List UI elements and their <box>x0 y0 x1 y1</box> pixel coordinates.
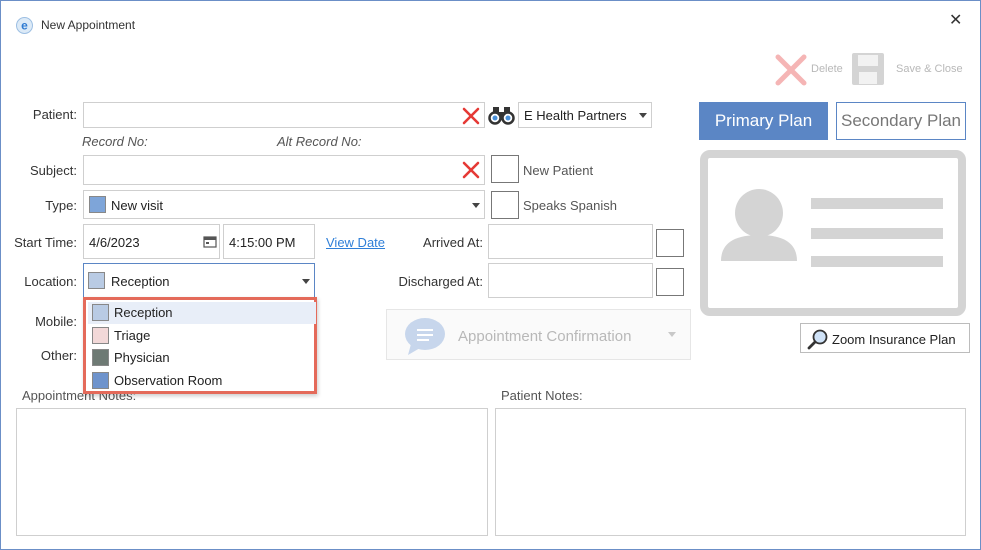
type-select[interactable]: New visit <box>83 190 485 219</box>
speaks-spanish-label: Speaks Spanish <box>523 198 617 213</box>
speaks-spanish-checkbox[interactable] <box>491 191 519 219</box>
partner-select[interactable]: E Health Partners <box>518 102 652 128</box>
insurance-card-placeholder-icon <box>700 150 966 316</box>
window-title: New Appointment <box>41 18 136 32</box>
chevron-down-icon <box>668 332 676 337</box>
subject-input[interactable] <box>83 155 485 185</box>
arrived-checkbox[interactable] <box>656 229 684 257</box>
discharged-at-label: Discharged At: <box>398 274 483 289</box>
chevron-down-icon <box>472 203 480 208</box>
secondary-plan-tab[interactable]: Secondary Plan <box>836 102 966 140</box>
start-date-input[interactable]: 4/6/2023 <box>83 224 220 259</box>
appointment-confirmation-label: Appointment Confirmation <box>458 328 632 345</box>
alt-record-no-label: Alt Record No: <box>277 134 362 149</box>
clear-patient-icon[interactable] <box>462 107 480 125</box>
option-color-swatch <box>92 327 109 344</box>
chevron-down-icon <box>639 113 647 118</box>
magnifier-icon <box>807 329 828 350</box>
calendar-icon[interactable] <box>203 235 217 248</box>
patient-label: Patient: <box>32 107 77 122</box>
svg-text:e: e <box>21 19 28 33</box>
arrived-at-input[interactable] <box>488 224 653 259</box>
appointment-confirmation-button[interactable]: Appointment Confirmation <box>386 309 691 360</box>
location-color-swatch <box>88 272 105 289</box>
other-label: Other: <box>40 348 77 363</box>
patient-input[interactable] <box>83 102 485 128</box>
patient-notes-textarea[interactable] <box>495 408 966 536</box>
start-time-label: Start Time: <box>14 235 77 250</box>
close-button[interactable]: ✕ <box>949 10 962 30</box>
appointment-notes-textarea[interactable] <box>16 408 488 536</box>
location-dropdown-list: Reception Triage Physician Observation R… <box>83 297 317 394</box>
save-close-button[interactable]: Save & Close <box>851 52 971 86</box>
delete-button[interactable]: Delete <box>774 53 844 87</box>
new-patient-label: New Patient <box>523 163 594 178</box>
record-no-label: Record No: <box>82 134 148 149</box>
save-close-label: Save & Close <box>896 63 963 75</box>
discharged-at-input[interactable] <box>488 263 653 298</box>
zoom-insurance-plan-label: Zoom Insurance Plan <box>832 332 956 347</box>
app-logo-icon: e <box>16 17 33 34</box>
discharged-checkbox[interactable] <box>656 268 684 296</box>
mobile-label: Mobile: <box>35 314 77 329</box>
type-color-swatch <box>89 196 106 213</box>
location-option-triage[interactable]: Triage <box>88 325 316 347</box>
view-date-link[interactable]: View Date <box>326 235 385 250</box>
location-option-observation-room[interactable]: Observation Room <box>88 370 316 392</box>
binoculars-icon[interactable] <box>488 105 515 125</box>
location-label: Location: <box>24 274 77 289</box>
option-color-swatch <box>92 304 109 321</box>
location-option-reception[interactable]: Reception <box>88 302 316 324</box>
location-select[interactable]: Reception <box>83 263 315 298</box>
option-color-swatch <box>92 349 109 366</box>
zoom-insurance-plan-button[interactable]: Zoom Insurance Plan <box>800 323 970 353</box>
appointment-window: e New Appointment ✕ Delete Save & Close … <box>0 0 981 550</box>
location-option-physician[interactable]: Physician <box>88 347 316 369</box>
chevron-down-icon <box>302 279 310 284</box>
save-disk-icon <box>852 53 884 85</box>
new-patient-checkbox[interactable] <box>491 155 519 183</box>
patient-notes-label: Patient Notes: <box>501 388 583 403</box>
type-label: Type: <box>45 198 77 213</box>
chat-bubble-icon <box>405 318 445 355</box>
subject-label: Subject: <box>30 163 77 178</box>
clear-subject-icon[interactable] <box>462 161 480 179</box>
option-color-swatch <box>92 372 109 389</box>
start-time-input[interactable]: 4:15:00 PM <box>223 224 315 259</box>
arrived-at-label: Arrived At: <box>423 235 483 250</box>
primary-plan-tab[interactable]: Primary Plan <box>699 102 828 140</box>
delete-icon <box>775 54 807 86</box>
delete-label: Delete <box>811 63 843 75</box>
